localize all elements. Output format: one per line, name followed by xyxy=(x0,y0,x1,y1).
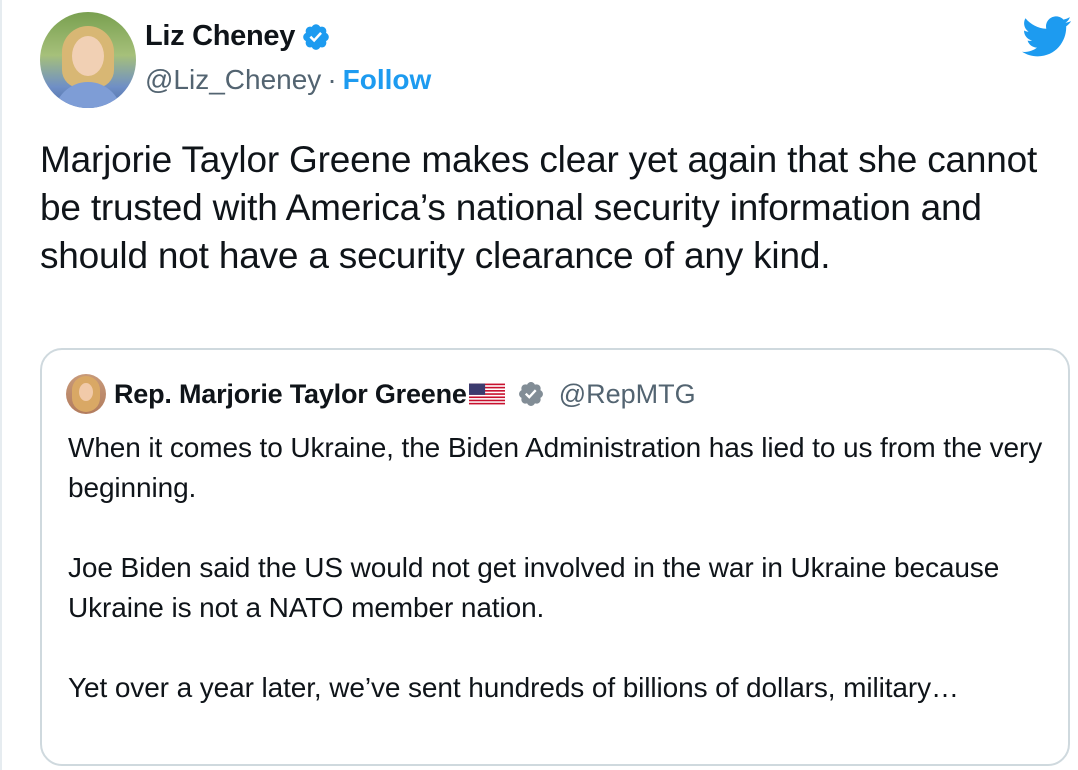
tweet-card: Liz Cheney @Liz_Cheney · Follow Marjorie… xyxy=(0,0,1076,770)
quoted-author-display-name[interactable]: Rep. Marjorie Taylor Greene xyxy=(114,379,467,410)
author-handle[interactable]: @Liz_Cheney xyxy=(145,64,321,96)
author-avatar[interactable] xyxy=(40,12,136,108)
tweet-text: Marjorie Taylor Greene makes clear yet a… xyxy=(40,139,1038,276)
twitter-bird-icon[interactable] xyxy=(1022,16,1072,58)
quoted-author-avatar[interactable] xyxy=(66,374,106,414)
quoted-tweet-paragraph: Joe Biden said the US would not get invo… xyxy=(68,552,1000,623)
author-display-name[interactable]: Liz Cheney xyxy=(145,20,295,53)
quoted-tweet-paragraph: When it comes to Ukraine, the Biden Admi… xyxy=(68,432,1043,503)
quoted-author-handle[interactable]: @RepMTG xyxy=(559,379,696,410)
author-handle-row: @Liz_Cheney · Follow xyxy=(145,64,431,96)
verified-badge-icon xyxy=(518,382,543,406)
us-flag-icon xyxy=(468,383,505,405)
quoted-tweet-paragraph: Yet over a year later, we’ve sent hundre… xyxy=(68,672,959,703)
author-name-row: Liz Cheney xyxy=(145,20,331,53)
verified-badge-icon xyxy=(303,23,329,50)
quoted-tweet-body: When it comes to Ukraine, the Biden Admi… xyxy=(68,428,1058,708)
quoted-tweet-header: Rep. Marjorie Taylor Greene @RepMTG xyxy=(66,374,696,414)
follow-button[interactable]: Follow xyxy=(343,64,432,96)
quoted-tweet[interactable]: Rep. Marjorie Taylor Greene @RepMTG When… xyxy=(40,348,1070,766)
separator-dot: · xyxy=(327,64,337,95)
